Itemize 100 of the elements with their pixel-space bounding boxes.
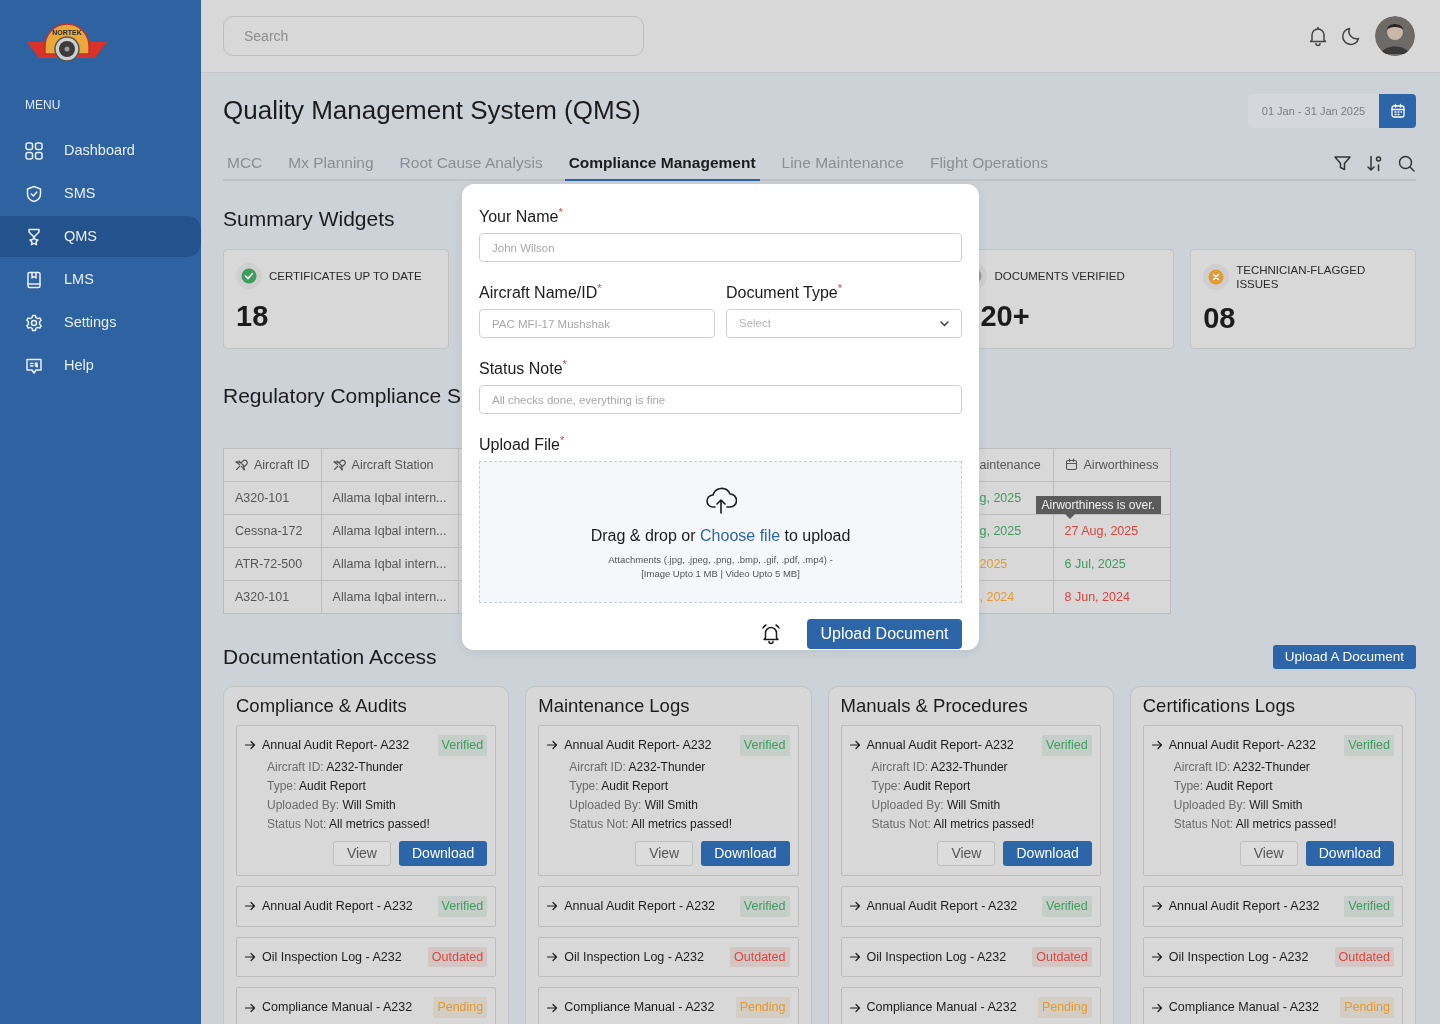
sidebar-item[interactable]: SMS	[0, 173, 201, 214]
view-button[interactable]: View	[332, 840, 391, 866]
field-label: Aircraft Name/ID$^{*}$	[479, 281, 602, 303]
document-title: Oil Inspection Log - A232	[866, 948, 1007, 966]
arrow-icon	[546, 950, 559, 963]
table-cell: 27 Aug, 2025	[1053, 514, 1171, 548]
arrow-icon	[848, 739, 861, 752]
input-field[interactable]: All checks done, everything is fine	[479, 385, 962, 414]
document-item[interactable]: Compliance Manual - A232 Pending	[538, 987, 799, 1024]
detail-line: Type: Audit Report	[870, 777, 972, 795]
detail-line: Aircraft ID: A232-Thunder	[870, 758, 1009, 776]
table-cell: Cessna-172	[223, 514, 322, 548]
document-item[interactable]: Compliance Manual - A232 Pending	[840, 987, 1101, 1024]
status-label: Outdated	[730, 946, 790, 968]
document-item[interactable]: Annual Audit Report- A232 Verified Aircraft ID: A232-Thunder Type: Audit Report Uploaded By: Will Smith Status Not: All metrics passed! View Download	[840, 725, 1101, 876]
plane-icon	[332, 457, 346, 471]
calendar-button[interactable]	[1379, 94, 1416, 128]
column-header: Airworthiness	[1053, 448, 1171, 482]
document-item[interactable]: Oil Inspection Log - A232 Outdated	[236, 936, 497, 978]
view-button[interactable]: View	[635, 840, 694, 866]
document-item[interactable]: Annual Audit Report- A232 Verified Aircraft ID: A232-Thunder Type: Audit Report Uploaded By: Will Smith Status Not: All metrics passed! View Download	[538, 725, 799, 876]
status-label: Verified	[1042, 735, 1092, 756]
detail-line: Aircraft ID: A232-Thunder	[568, 758, 707, 776]
document-title: Annual Audit Report- A232	[866, 737, 1014, 754]
sort-icon[interactable]	[1365, 154, 1384, 173]
card-title: Compliance & Audits	[236, 694, 408, 718]
document-item[interactable]: Annual Audit Report - A232 Verified	[538, 885, 799, 927]
arrow-icon	[848, 900, 861, 913]
document-item[interactable]: Oil Inspection Log - A232 Outdated	[538, 936, 799, 978]
search-field[interactable]: Search	[223, 16, 644, 56]
file-hint: [Image Upto 1 MB | Video Upto 5 MB]	[640, 567, 801, 580]
document-item[interactable]: Annual Audit Report - A232 Verified	[840, 885, 1101, 927]
tab[interactable]: Compliance Management	[564, 150, 760, 181]
table-cell: Allama Iqbal intern...	[321, 481, 458, 515]
upload-prompt: Drag & drop or Choose file to upload	[590, 525, 851, 546]
document-item[interactable]: Oil Inspection Log - A232 Outdated	[840, 936, 1101, 978]
sidebar-item[interactable]: Dashboard	[0, 130, 201, 171]
settings-icon	[25, 313, 43, 332]
document-item[interactable]: Annual Audit Report - A232 Verified	[1142, 885, 1403, 927]
document-title: Compliance Manual - A232	[866, 999, 1017, 1017]
status-label: Pending	[433, 997, 488, 1018]
download-button[interactable]: Download	[1003, 840, 1092, 866]
download-button[interactable]: Download	[399, 840, 488, 866]
table-cell: 8 Jun, 2024	[1053, 580, 1171, 614]
download-button[interactable]: Download	[1305, 840, 1394, 866]
status-label: Verified	[739, 735, 790, 756]
document-item[interactable]: Oil Inspection Log - A232 Outdated	[1142, 936, 1403, 978]
table-cell: Allama Iqbal intern...	[321, 547, 458, 581]
search-icon[interactable]	[1397, 154, 1416, 173]
view-button[interactable]: View	[937, 840, 996, 866]
view-button[interactable]: View	[1239, 840, 1298, 866]
widget-label: TECHNICIAN-FLAGGED ISSUES	[1236, 263, 1367, 291]
shield-icon	[25, 184, 43, 203]
date-range[interactable]: 01 Jan - 31 Jan 2025	[1248, 94, 1379, 128]
input-field[interactable]: PAC MFI-17 Mushshak	[479, 309, 715, 338]
calendar-icon	[1064, 457, 1078, 471]
filter-icon[interactable]	[1333, 154, 1352, 173]
table-cell: Allama Iqbal intern...	[321, 514, 458, 548]
download-button[interactable]: Download	[701, 840, 790, 866]
document-title: Annual Audit Report- A232	[564, 737, 712, 754]
tooltip: Airworthiness is over.	[1035, 496, 1161, 519]
input-field[interactable]: John Wilson	[479, 233, 962, 262]
sidebar-item[interactable]: Help	[0, 345, 201, 386]
document-item[interactable]: Annual Audit Report- A232 Verified Aircraft ID: A232-Thunder Type: Audit Report Uploaded By: Will Smith Status Not: All metrics passed! View Download	[236, 725, 497, 876]
choose-file-link[interactable]: Choose file	[700, 526, 781, 544]
status-label: Verified	[437, 735, 488, 756]
status-label: Verified	[437, 895, 488, 917]
status-label: Pending	[735, 997, 790, 1018]
widget-label: DOCUMENTS VERIFIED	[994, 269, 1125, 283]
section-title: Regulatory Compliance S	[223, 383, 462, 409]
document-item[interactable]: Compliance Manual - A232 Pending	[236, 987, 497, 1024]
document-item[interactable]: Annual Audit Report - A232 Verified	[236, 885, 497, 927]
alarm-icon[interactable]	[760, 623, 782, 645]
document-title: Annual Audit Report - A232	[262, 897, 413, 915]
avatar[interactable]	[1375, 16, 1415, 56]
document-item[interactable]: Compliance Manual - A232 Pending	[1142, 987, 1403, 1024]
status-label: Outdated	[1334, 946, 1394, 968]
status-label: Outdated	[427, 946, 488, 968]
widget-value: 18	[236, 299, 269, 333]
document-title: Annual Audit Report - A232	[866, 897, 1018, 915]
sidebar-item[interactable]: QMS	[0, 216, 201, 257]
column-header: Aircraft ID	[223, 448, 322, 482]
upload-document-button[interactable]: Upload Document	[807, 619, 962, 649]
field-label: Document Type$^{*}$	[726, 281, 843, 303]
sidebar-item[interactable]: LMS	[0, 259, 201, 300]
upload-button[interactable]: Upload A Document	[1272, 645, 1416, 669]
arrow-icon	[1150, 739, 1163, 752]
document-item[interactable]: Annual Audit Report- A232 Verified Aircraft ID: A232-Thunder Type: Audit Report Uploaded By: Will Smith Status Not: All metrics passed! View Download	[1142, 725, 1403, 876]
status-label: Pending	[1037, 997, 1092, 1018]
status-label: Verified	[1344, 735, 1394, 756]
notification-icon[interactable]	[1307, 25, 1329, 47]
plane-icon	[235, 457, 248, 471]
drop-zone[interactable]: Drag & drop or Choose file to upload Attachments (.jpg, .jpeg, .png, .bmp, .gif, .pdf, .mp4) - [Image Upto 1 MB | Video Upto 5 MB]	[479, 461, 962, 603]
document-title: Oil Inspection Log - A232	[1168, 948, 1309, 966]
sidebar-item[interactable]: Settings	[0, 302, 201, 343]
detail-line: Type: Audit Report	[568, 777, 669, 795]
field-label: Upload File$^{*}$	[479, 433, 565, 455]
arrow-icon	[1150, 1001, 1163, 1014]
detail-line: Uploaded By: Will Smith	[1172, 796, 1304, 814]
arrow-icon	[848, 1001, 861, 1014]
